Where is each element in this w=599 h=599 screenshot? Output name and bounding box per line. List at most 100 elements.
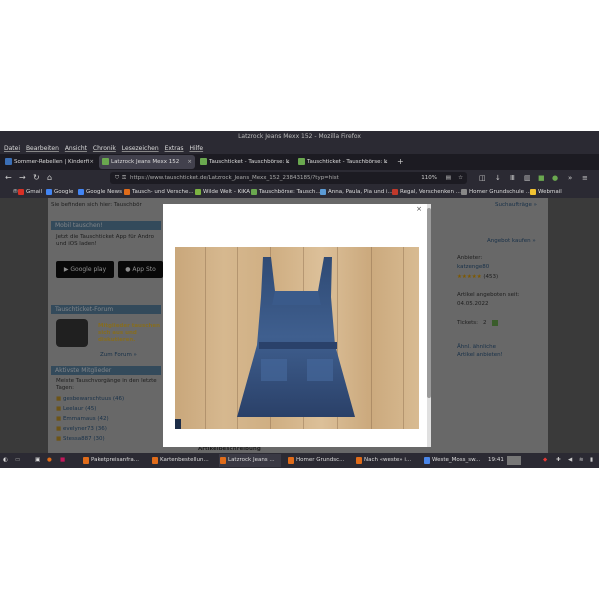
hamburger-menu-icon[interactable]: ≡ xyxy=(582,170,588,186)
lock-icon: ⚿ xyxy=(122,175,127,181)
reload-icon[interactable]: ↻ xyxy=(33,170,40,186)
image-lightbox: × xyxy=(163,204,431,447)
bookmark-tausch[interactable]: Tausch- und Versche... xyxy=(124,186,194,198)
tausch-icon xyxy=(124,189,130,195)
tab-latzrock[interactable]: Latzrock Jeans Mexx 152 × xyxy=(99,155,195,169)
tab-label: Tauschticket - Tauschbörse: L xyxy=(209,159,290,165)
forward-arrow-icon[interactable]: → xyxy=(19,170,26,186)
close-tab-icon[interactable]: × xyxy=(89,155,94,169)
close-tab-icon[interactable]: × xyxy=(187,155,192,169)
scrollbar-thumb[interactable] xyxy=(427,208,431,398)
taskbar-item-label: Latzrock Jeans ... xyxy=(228,457,275,463)
taskbar-item[interactable]: Homer Grundsc... xyxy=(287,454,349,467)
tab-favicon-icon xyxy=(5,158,12,165)
bookmark-webmail[interactable]: Webmail xyxy=(530,186,562,198)
bookmark-label: Anna, Paula, Pia und i... xyxy=(328,189,393,195)
navigation-bar: ← → ↻ ⌂ ⛉ ⚿ https://www.tauschticket.de/… xyxy=(0,170,599,186)
google-news-icon xyxy=(78,189,84,195)
reader-icon[interactable]: ▤ xyxy=(446,172,451,184)
firefox-icon[interactable]: ● xyxy=(46,454,56,467)
bookmark-kika[interactable]: Wilde Welt - KiKA xyxy=(195,186,250,198)
bookmark-menu-icon[interactable]: ⛃ xyxy=(5,186,18,198)
volume-icon[interactable]: ◀ xyxy=(567,454,577,467)
close-tab-icon[interactable]: × xyxy=(383,155,388,169)
denim-dress-image xyxy=(175,257,355,429)
shield-icon[interactable]: ◆ xyxy=(542,454,552,467)
bookmark-gmail[interactable]: Gmail xyxy=(18,186,42,198)
tab-favicon-icon xyxy=(298,158,305,165)
url-text: https://www.tauschticket.de/Latzrock_Jea… xyxy=(130,175,339,181)
tab-label: Sommer-Rebellen | Kinderfi xyxy=(14,159,90,165)
home-icon[interactable]: ⌂ xyxy=(47,170,52,186)
bookmark-tauschboerse[interactable]: Tauschbörse: Tausch... xyxy=(251,186,321,198)
image-viewer-icon xyxy=(424,457,430,464)
taskbar-item[interactable]: Nach «weste» i... xyxy=(355,454,417,467)
start-menu-icon[interactable]: ◐ xyxy=(1,454,12,467)
files-icon[interactable]: ■ xyxy=(59,454,69,467)
extension-icon[interactable]: ■ xyxy=(538,170,545,186)
taskbar-item-label: Paketpreisanfra... xyxy=(91,457,140,463)
taskbar-item-label: Kartenbestellun... xyxy=(160,457,209,463)
zoom-level[interactable]: 110% xyxy=(421,172,437,184)
menu-bearbeiten[interactable]: Bearbeiten xyxy=(26,143,59,154)
taskbar-item[interactable]: Kartenbestellun... xyxy=(151,454,213,467)
tab-sommer-rebellen[interactable]: Sommer-Rebellen | Kinderfi × xyxy=(2,155,97,169)
close-icon[interactable]: × xyxy=(416,204,422,214)
network-icon[interactable]: ≋ xyxy=(578,454,588,467)
menu-datei[interactable]: Datei xyxy=(4,143,20,154)
menu-hilfe[interactable]: Hilfe xyxy=(189,143,203,154)
battery-icon[interactable]: ▮ xyxy=(589,454,599,467)
os-taskbar: ◐ ▭ ▣ ● ■ Paketpreisanfra... Kartenbeste… xyxy=(0,453,599,468)
tab-tauschticket-1[interactable]: Tauschticket - Tauschbörse: L × xyxy=(197,155,293,169)
taskbar-item[interactable]: Paketpreisanfra... xyxy=(82,454,144,467)
tab-label: Latzrock Jeans Mexx 152 xyxy=(111,159,180,165)
menu-ansicht[interactable]: Ansicht xyxy=(65,143,87,154)
account-icon[interactable]: ● xyxy=(552,170,558,186)
bookmark-google-news[interactable]: Google News xyxy=(78,186,122,198)
tab-bar: Sommer-Rebellen | Kinderfi × Latzrock Je… xyxy=(0,154,599,170)
notification-icon[interactable]: ✚ xyxy=(555,454,565,467)
bookmark-star-icon[interactable]: ☆ xyxy=(458,172,463,184)
menu-extras[interactable]: Extras xyxy=(165,143,184,154)
menu-chronik[interactable]: Chronik xyxy=(93,143,116,154)
close-tab-icon[interactable]: × xyxy=(285,155,290,169)
overflow-icon[interactable]: » xyxy=(568,170,572,186)
bookmarks-bar: ⛃ Gmail Google Google News Tausch- und V… xyxy=(0,186,599,198)
library-icon[interactable]: Ⅲ xyxy=(510,170,515,186)
desktop-screen: Latzrock Jeans Mexx 152 - Mozilla Firefo… xyxy=(0,131,599,468)
pocket-icon[interactable]: ◫ xyxy=(479,170,486,186)
tab-tauschticket-2[interactable]: Tauschticket - Tauschbörse: L × xyxy=(295,155,391,169)
google-icon xyxy=(46,189,52,195)
taskbar-item-active[interactable]: Latzrock Jeans ... xyxy=(219,454,281,467)
sidebar-icon[interactable]: ▥ xyxy=(524,170,531,186)
tab-label: Tauschticket - Tauschbörse: L xyxy=(307,159,388,165)
clock[interactable]: 19:41 xyxy=(488,454,506,467)
url-bar[interactable]: ⛉ ⚿ https://www.tauschticket.de/Latzrock… xyxy=(110,172,467,184)
page-scrollbar[interactable] xyxy=(427,204,431,447)
desktop-icon[interactable]: ▭ xyxy=(13,454,24,467)
bookmark-anna-paula[interactable]: Anna, Paula, Pia und i... xyxy=(320,186,393,198)
back-arrow-icon[interactable]: ← xyxy=(5,170,12,186)
desktop-preview-icon[interactable] xyxy=(507,456,521,465)
menu-lesezeichen[interactable]: Lesezeichen xyxy=(122,143,159,154)
firefox-icon xyxy=(152,457,158,464)
taskbar-item-label: Weste_Moss_sw... xyxy=(432,457,481,463)
bookmark-label: Gmail xyxy=(26,189,43,195)
taskbar-item-label: Nach «weste» i... xyxy=(364,457,412,463)
school-icon xyxy=(461,189,467,195)
firefox-icon xyxy=(83,457,89,464)
bookmark-homer[interactable]: Homer Grundschule ... xyxy=(461,186,531,198)
taskbar-item[interactable]: Weste_Moss_sw... xyxy=(423,454,485,467)
tab-favicon-icon xyxy=(200,158,207,165)
bookmark-regal[interactable]: Regal, Verschenken ... xyxy=(392,186,461,198)
firefox-icon xyxy=(356,457,362,464)
bookmark-label: Homer Grundschule ... xyxy=(469,189,532,195)
bookmark-label: Google News xyxy=(86,189,123,195)
product-photo xyxy=(175,247,419,429)
download-icon[interactable]: ↓ xyxy=(495,170,501,186)
bookmark-google[interactable]: Google xyxy=(46,186,73,198)
firefox-icon xyxy=(220,457,226,464)
new-tab-plus-icon[interactable]: + xyxy=(397,154,404,170)
terminal-icon[interactable]: ▣ xyxy=(34,454,44,467)
bookmark-label: Tauschbörse: Tausch... xyxy=(259,189,321,195)
